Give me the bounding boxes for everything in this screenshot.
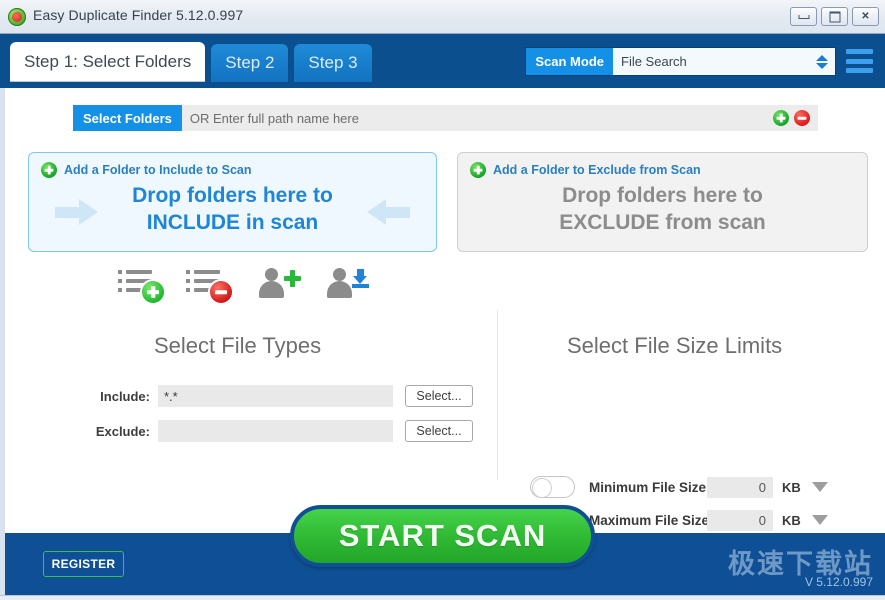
window-controls: ✕	[790, 7, 879, 26]
include-add-folder-label: Add a Folder to Include to Scan	[64, 163, 252, 177]
include-add-folder-link[interactable]: Add a Folder to Include to Scan	[41, 162, 252, 178]
folder-list-toolbar	[118, 266, 369, 303]
include-drop-text: Drop folders here to INCLUDE in scan	[29, 183, 436, 237]
maximize-button[interactable]	[821, 7, 848, 26]
plus-mark-icon	[284, 270, 301, 287]
chevron-down-icon[interactable]	[811, 482, 828, 492]
maximize-icon	[829, 11, 840, 22]
exclude-add-folder-link[interactable]: Add a Folder to Exclude from Scan	[470, 162, 701, 178]
plus-circle-icon	[41, 162, 57, 178]
maximum-file-size-label: Maximum File Size	[589, 512, 710, 528]
path-input[interactable]: OR Enter full path name here	[182, 111, 773, 126]
minimum-file-size-label: Minimum File Size	[589, 479, 707, 495]
window-title: Easy Duplicate Finder 5.12.0.997	[33, 7, 244, 23]
exclude-drop-line-1: Drop folders here to	[562, 184, 763, 207]
exclude-add-folder-label: Add a Folder to Exclude from Scan	[493, 163, 701, 177]
chevron-down-icon[interactable]	[811, 515, 828, 525]
minus-badge-icon	[210, 281, 232, 303]
close-icon: ✕	[861, 10, 870, 22]
drop-zones: Add a Folder to Include to Scan Drop fol…	[28, 152, 868, 252]
file-types-title: Select File Types	[154, 333, 322, 358]
start-scan-button[interactable]: START SCAN	[290, 505, 595, 567]
include-input[interactable]: *.*	[158, 385, 393, 407]
minimum-file-size-row: Minimum File Size 0 KB	[530, 476, 828, 498]
include-label: Include:	[100, 388, 150, 404]
section-divider	[497, 310, 498, 480]
tab-step-1[interactable]: Step 1: Select Folders	[10, 42, 206, 82]
header-bar: Step 1: Select Folders Step 2 Step 3 Sca…	[0, 34, 885, 88]
step-tabs: Step 1: Select Folders Step 2 Step 3	[10, 42, 372, 82]
window-bottom-edge	[0, 595, 885, 600]
file-types-exclude-row: Exclude: Select...	[90, 420, 473, 442]
exclude-label: Exclude:	[95, 423, 150, 439]
maximum-file-size-unit: KB	[782, 512, 801, 528]
exclude-drop-text: Drop folders here to EXCLUDE from scan	[458, 183, 867, 237]
scan-mode-label: Scan Mode	[526, 48, 613, 75]
plus-badge-icon	[142, 281, 164, 303]
plus-circle-icon[interactable]	[773, 110, 789, 126]
exclude-input[interactable]	[158, 420, 393, 442]
edf-logo-icon	[8, 8, 26, 26]
select-folders-button[interactable]: Select Folders	[73, 105, 182, 131]
main-content: Select Folders OR Enter full path name h…	[0, 88, 885, 533]
file-types-include-row: Include: *.* Select...	[90, 385, 473, 407]
maximum-file-size-input[interactable]: 0	[707, 509, 773, 531]
add-profile-icon[interactable]	[254, 266, 301, 300]
include-select-button[interactable]: Select...	[405, 385, 473, 407]
title-bar: Easy Duplicate Finder 5.12.0.997 ✕	[0, 0, 885, 34]
minimum-file-size-unit: KB	[782, 479, 801, 495]
download-arrow-icon	[351, 269, 370, 288]
scan-mode-control: Scan Mode File Search	[526, 48, 835, 75]
remove-list-icon[interactable]	[186, 266, 232, 303]
tab-step-3[interactable]: Step 3	[294, 44, 372, 82]
plus-circle-icon	[470, 162, 486, 178]
exclude-select-button[interactable]: Select...	[405, 420, 473, 442]
minus-circle-icon[interactable]	[794, 110, 810, 126]
application-window: Easy Duplicate Finder 5.12.0.997 ✕ Step …	[0, 0, 885, 600]
include-drop-line-2: INCLUDE in scan	[146, 210, 319, 234]
spinner-arrows-icon[interactable]	[816, 54, 828, 69]
minimize-icon	[798, 14, 809, 19]
path-bar: Select Folders OR Enter full path name h…	[73, 105, 818, 131]
hamburger-menu-icon[interactable]	[846, 49, 873, 73]
minimize-button[interactable]	[790, 7, 817, 26]
version-label: V 5.12.0.997	[804, 575, 873, 589]
include-drop-line-1: Drop folders here to	[132, 184, 333, 207]
exclude-drop-zone[interactable]: Add a Folder to Exclude from Scan Drop f…	[457, 152, 868, 252]
scan-mode-select[interactable]: File Search	[613, 48, 835, 75]
close-button[interactable]: ✕	[852, 7, 879, 26]
exclude-drop-line-2: EXCLUDE from scan	[559, 210, 766, 234]
add-list-icon[interactable]	[118, 266, 164, 303]
scan-mode-value: File Search	[621, 54, 687, 69]
minimum-file-size-toggle[interactable]	[530, 476, 575, 498]
register-button[interactable]: REGISTER	[43, 551, 124, 577]
include-drop-zone[interactable]: Add a Folder to Include to Scan Drop fol…	[28, 152, 437, 252]
minimum-file-size-input[interactable]: 0	[707, 476, 773, 498]
person-glyph	[324, 268, 354, 298]
size-limits-title: Select File Size Limits	[567, 333, 783, 358]
person-glyph	[256, 268, 286, 298]
load-profile-icon[interactable]	[322, 266, 369, 300]
tab-step-2[interactable]: Step 2	[211, 44, 289, 82]
